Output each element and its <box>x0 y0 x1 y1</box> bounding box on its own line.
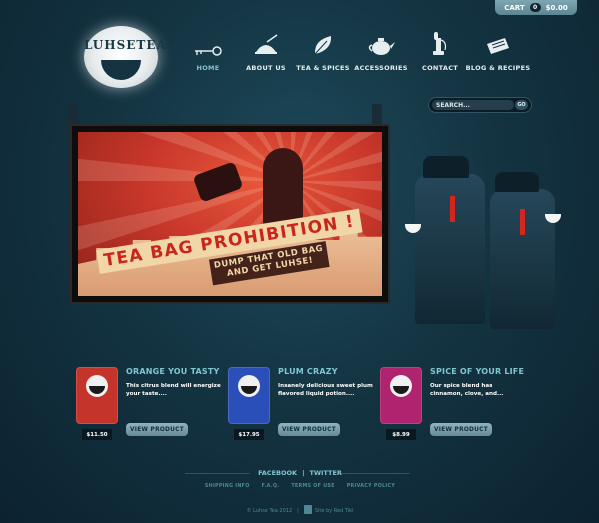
search-input[interactable] <box>432 100 514 110</box>
red-tie <box>450 196 455 222</box>
product-price: $11.50 <box>82 429 112 440</box>
newspaper-icon <box>463 30 533 56</box>
cart-label: CART <box>504 3 525 12</box>
prohibition-poster: TEA BAG PROHIBITION ! DUMP THAT OLD BAG … <box>78 132 382 296</box>
shipping-info-link[interactable]: SHIPPING INFO <box>205 484 250 489</box>
billboard: TEA BAG PROHIBITION ! DUMP THAT OLD BAG … <box>70 124 390 304</box>
privacy-policy-link[interactable]: PRIVACY POLICY <box>347 484 395 489</box>
product-price: $17.95 <box>234 429 264 440</box>
product-description: Our spice blend has cinnamon, clove, and… <box>430 383 504 398</box>
view-product-button[interactable]: VIEW PRODUCT <box>278 423 340 436</box>
product-logo-icon <box>390 375 412 397</box>
product-tin[interactable] <box>228 367 270 424</box>
product-description: Insanely delicious sweet plum flavored l… <box>278 383 373 398</box>
product-name[interactable]: SPICE OF YOUR LIFE <box>430 367 524 376</box>
product-name[interactable]: PLUM CRAZY <box>278 367 338 376</box>
red-tiki-icon <box>303 505 312 514</box>
social-separator: | <box>302 469 305 477</box>
copyright-separator: | <box>297 508 299 514</box>
product-tin[interactable] <box>380 367 422 424</box>
product-tin[interactable] <box>76 367 118 424</box>
search-bar: GO <box>428 97 532 113</box>
site-credit-link[interactable]: Site by Red Tiki <box>315 508 354 514</box>
product-card: $8.99 SPICE OF YOUR LIFE Our spice blend… <box>380 365 530 445</box>
product-logo-icon <box>86 375 108 397</box>
nav-blog-recipes[interactable]: BLOG & RECIPES <box>463 30 533 72</box>
copyright-text: © Luhse Tea 2012 <box>246 508 293 514</box>
red-tie <box>520 209 525 235</box>
product-card: $11.50 ORANGE YOU TASTY This citrus blen… <box>76 365 226 445</box>
view-product-button[interactable]: VIEW PRODUCT <box>126 423 188 436</box>
cart-button[interactable]: CART 0 $0.00 <box>495 0 577 15</box>
terms-of-use-link[interactable]: TERMS OF USE <box>291 484 334 489</box>
twitter-link[interactable]: TWITTER <box>309 469 341 477</box>
footer-links: SHIPPING INFO F.A.Q. TERMS OF USE PRIVAC… <box>150 484 450 489</box>
product-price: $8.99 <box>386 429 416 440</box>
nav-blog-recipes-label: BLOG & RECIPES <box>465 64 531 72</box>
logo[interactable]: LUHSETEA <box>84 26 167 88</box>
social-links: FACEBOOK | TWITTER <box>200 469 400 477</box>
product-name[interactable]: ORANGE YOU TASTY <box>126 367 220 376</box>
view-product-button[interactable]: VIEW PRODUCT <box>430 423 492 436</box>
cart-count-badge: 0 <box>529 3 541 12</box>
hero-banner[interactable]: TEA BAG PROHIBITION ! DUMP THAT OLD BAG … <box>60 104 590 344</box>
facebook-link[interactable]: FACEBOOK <box>258 469 297 477</box>
logo-text: LUHSETEA <box>84 38 167 52</box>
hand-illustration <box>263 148 303 228</box>
faq-link[interactable]: F.A.Q. <box>262 484 280 489</box>
product-card: $17.95 PLUM CRAZY Insanely delicious swe… <box>228 365 378 445</box>
product-logo-icon <box>238 375 260 397</box>
fedora-hat <box>423 156 469 178</box>
gangsters-illustration <box>395 134 585 334</box>
copyright: © Luhse Tea 2012 | Site by Red Tiki <box>150 505 450 514</box>
fedora-hat <box>495 172 539 192</box>
product-description: This citrus blend will energize your tas… <box>126 383 221 398</box>
cart-total: $0.00 <box>545 3 568 12</box>
search-go-button[interactable]: GO <box>515 100 528 110</box>
